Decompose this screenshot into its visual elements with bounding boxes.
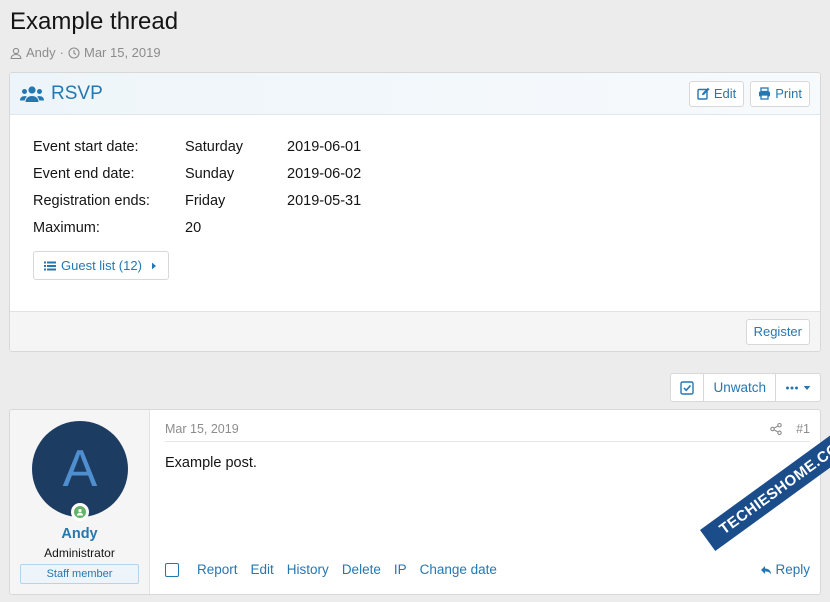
post-content: Example post. — [165, 455, 257, 471]
clock-icon — [68, 46, 80, 59]
ellipsis-icon — [786, 386, 798, 389]
rsvp-row-label: Registration ends: — [33, 192, 150, 209]
report-link[interactable]: Report — [197, 562, 238, 577]
post-divider — [165, 441, 810, 442]
post-number[interactable]: #1 — [796, 422, 810, 436]
user-icon — [10, 47, 22, 59]
rsvp-footer: Register — [10, 311, 820, 351]
rsvp-row-day: 20 — [185, 219, 202, 236]
page-title: Example thread — [10, 8, 179, 35]
post-user-panel: A Andy Administrator Staff member — [10, 410, 150, 594]
reply-button[interactable]: Reply — [760, 562, 810, 577]
ip-link[interactable]: IP — [394, 562, 407, 577]
rsvp-row-day: Saturday — [185, 138, 244, 155]
rsvp-header: RSVP Edit Print — [10, 73, 820, 115]
thread-author[interactable]: Andy — [26, 45, 56, 60]
rsvp-row-label: Event start date: — [33, 138, 139, 155]
post-user-title: Administrator — [44, 546, 115, 560]
edit-button-label: Edit — [713, 86, 737, 101]
print-button-label: Print — [775, 86, 802, 101]
post-top-actions: #1 — [770, 422, 810, 436]
guest-list-label: Guest list (12) — [61, 258, 142, 273]
reply-label: Reply — [775, 562, 810, 577]
online-indicator — [71, 503, 89, 521]
thread-date[interactable]: Mar 15, 2019 — [84, 45, 161, 60]
rsvp-details: Event start date: Saturday 2019-06-01 Ev… — [10, 115, 820, 280]
users-icon — [20, 85, 44, 102]
online-user-icon — [77, 509, 83, 516]
rsvp-title-text: RSVP — [51, 82, 103, 104]
rsvp-row-day: Friday — [185, 192, 226, 209]
edit-link[interactable]: Edit — [251, 562, 274, 577]
rsvp-block: RSVP Edit Print Event start date: Saturd… — [9, 72, 821, 352]
register-button-label: Register — [753, 324, 802, 339]
staff-badge: Staff member — [20, 564, 139, 584]
guest-list-button[interactable]: Guest list (12) — [33, 251, 169, 280]
check-square-icon — [680, 380, 695, 395]
caret-right-icon — [151, 262, 156, 269]
unwatch-button[interactable]: Unwatch — [703, 374, 775, 401]
caret-down-icon — [803, 385, 811, 390]
edit-icon — [697, 87, 710, 100]
edit-button[interactable]: Edit — [688, 80, 745, 107]
rsvp-row-day: Sunday — [185, 165, 235, 182]
rsvp-row-label: Event end date: — [33, 165, 135, 182]
print-icon — [759, 87, 771, 100]
more-options-button[interactable] — [775, 374, 820, 401]
delete-link[interactable]: Delete — [342, 562, 381, 577]
list-icon — [44, 261, 56, 270]
rsvp-row: Registration ends: Friday 2019-05-31 — [33, 187, 797, 214]
rsvp-title: RSVP — [20, 83, 103, 105]
rsvp-row: Maximum: 20 — [33, 214, 797, 241]
rsvp-row-date: 2019-06-01 — [287, 138, 362, 155]
post-main: Mar 15, 2019 #1 Example post. Report Edi… — [150, 410, 820, 594]
history-link[interactable]: History — [287, 562, 329, 577]
share-icon[interactable] — [770, 423, 782, 435]
change-date-link[interactable]: Change date — [420, 562, 497, 577]
print-button[interactable]: Print — [750, 80, 810, 107]
select-thread-checkbox[interactable] — [671, 374, 703, 401]
post-username[interactable]: Andy — [10, 526, 149, 542]
reply-icon — [761, 565, 772, 574]
meta-separator: · — [59, 45, 64, 60]
rsvp-row-label: Maximum: — [33, 219, 100, 236]
thread-meta: Andy · Mar 15, 2019 — [10, 45, 161, 60]
rsvp-row-date: 2019-05-31 — [287, 192, 362, 209]
register-button[interactable]: Register — [745, 318, 810, 345]
select-post-checkbox[interactable] — [165, 562, 179, 577]
post: A Andy Administrator Staff member Mar 15… — [9, 409, 821, 595]
rsvp-row: Event start date: Saturday 2019-06-01 — [33, 133, 797, 160]
post-date[interactable]: Mar 15, 2019 — [165, 422, 239, 436]
rsvp-row-date: 2019-06-02 — [287, 165, 362, 182]
post-action-bar: Report Edit History Delete IP Change dat… — [165, 562, 510, 577]
thread-action-bar: Unwatch — [670, 373, 821, 402]
rsvp-row: Event end date: Sunday 2019-06-02 — [33, 160, 797, 187]
